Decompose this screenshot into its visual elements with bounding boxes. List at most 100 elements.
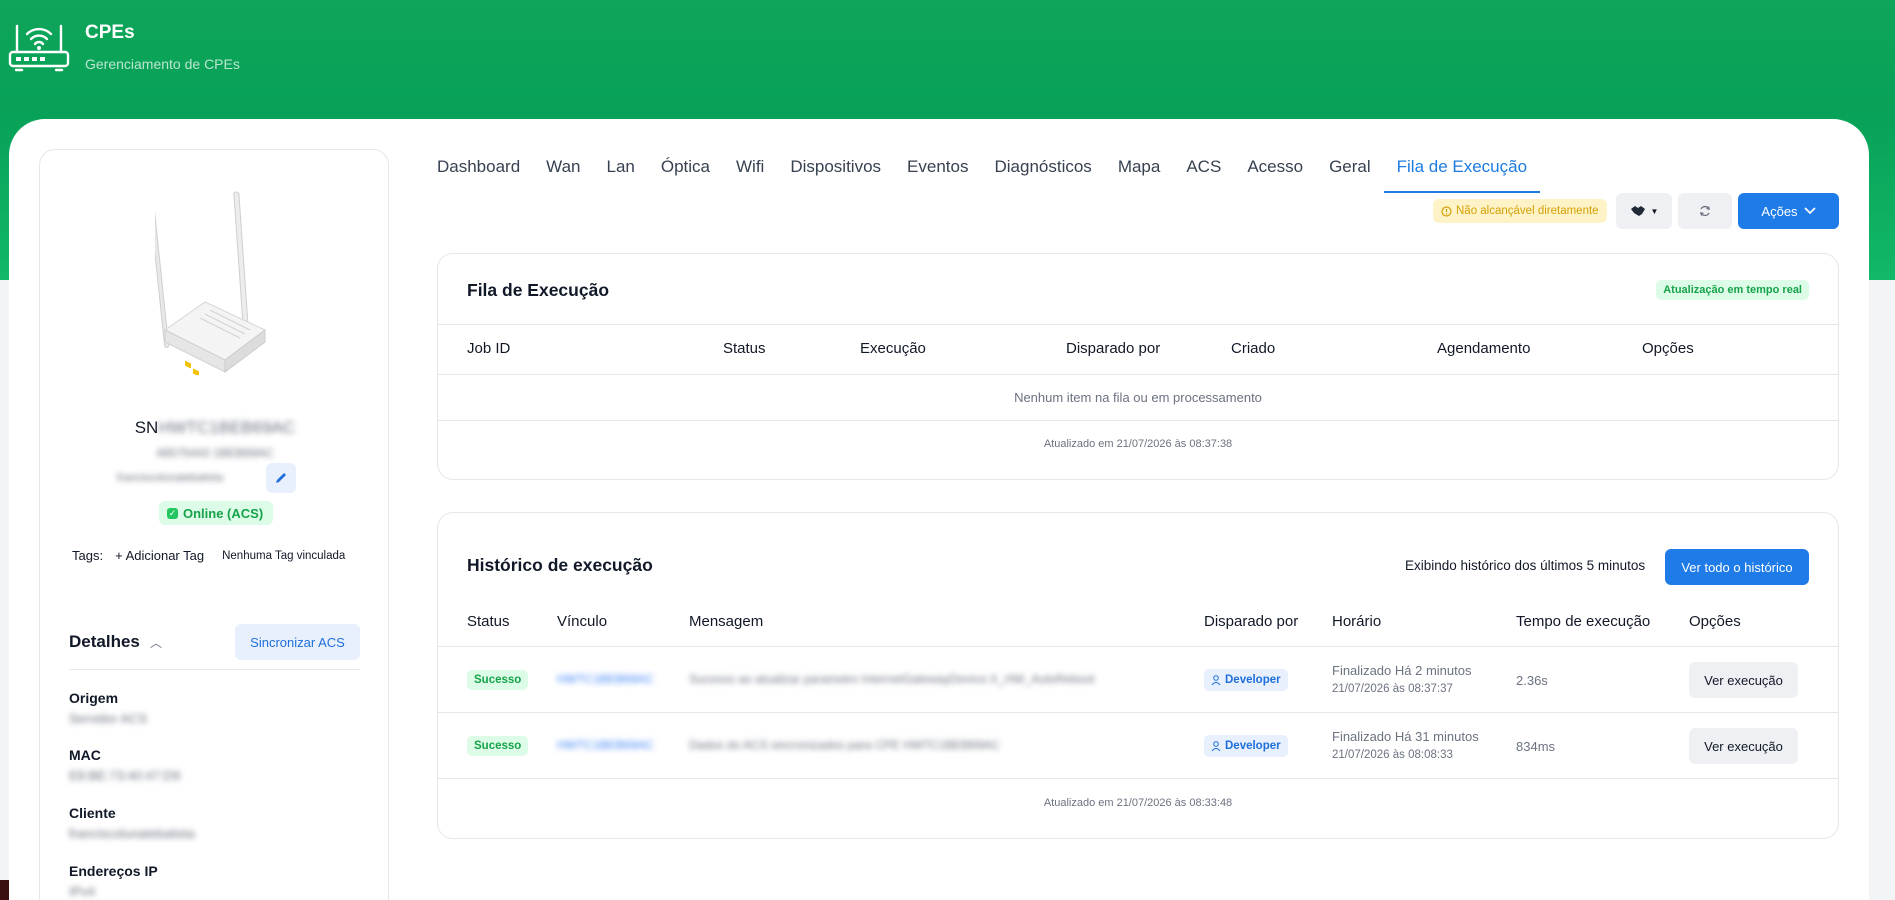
detail-label-origem: Origem — [69, 690, 119, 706]
queue-updated-at: Atualizado em 21/07/2026 às 08:37:38 — [1043, 438, 1233, 450]
divider — [438, 778, 1838, 779]
history-card: Histórico de execução Exibindo histórico… — [437, 512, 1839, 839]
triggered-by-badge: Developer — [1204, 735, 1288, 757]
tab-acs[interactable]: ACS — [1173, 157, 1234, 193]
pencil-icon — [276, 473, 286, 483]
col-vinculo: Vínculo — [557, 613, 608, 630]
history-title: Histórico de execução — [467, 555, 653, 575]
finished-datetime: 21/07/2026 às 08:08:33 — [1332, 749, 1453, 761]
tab-wifi[interactable]: Wifi — [723, 157, 777, 193]
add-tag-button[interactable]: + Adicionar Tag — [111, 546, 208, 565]
page-title: CPEs — [85, 22, 135, 43]
window-edge — [0, 880, 9, 900]
finished-time: Finalizado Há 2 minutos — [1332, 663, 1472, 678]
col-mensagem: Mensagem — [689, 613, 764, 630]
tab-acesso[interactable]: Acesso — [1234, 157, 1316, 193]
actions-button[interactable]: Ações — [1738, 193, 1839, 229]
no-tag-text: Nenhuma Tag vinculada — [222, 549, 346, 562]
tab-dashboard[interactable]: Dashboard — [437, 157, 533, 193]
divider — [438, 374, 1838, 375]
col-opcoes: Opções — [1689, 613, 1741, 630]
check-icon: ✓ — [167, 507, 178, 519]
history-updated-at: Atualizado em 21/07/2026 às 08:33:48 — [1043, 797, 1233, 809]
view-all-history-button[interactable]: Ver todo o histórico — [1665, 549, 1809, 585]
detail-label-ip: Endereços IP — [69, 863, 158, 879]
detail-label-cliente: Cliente — [69, 805, 116, 821]
page-subtitle: Gerenciamento de CPEs — [85, 56, 240, 72]
device-username: franciscolunatebatista — [116, 472, 224, 484]
divider — [438, 646, 1838, 647]
queue-title: Fila de Execução — [467, 280, 610, 300]
router-icon — [8, 24, 70, 72]
finished-time: Finalizado Há 31 minutos — [1332, 729, 1479, 744]
tab-diagnosticos[interactable]: Diagnósticos — [981, 157, 1104, 193]
device-serial: SNHWTC1BEB69AC — [40, 418, 390, 438]
tab-wan[interactable]: Wan — [533, 157, 593, 193]
message-cell: Dados do ACS sincronizados para CPE HWTC… — [689, 738, 1000, 752]
chevron-up-icon[interactable]: ︿ — [150, 634, 162, 651]
refresh-button[interactable] — [1678, 193, 1732, 229]
user-icon — [1211, 740, 1221, 751]
warning-icon — [1441, 205, 1452, 217]
divider — [438, 420, 1838, 421]
edit-button[interactable] — [266, 463, 296, 493]
col-job-id: Job ID — [467, 340, 511, 357]
detail-value-mac: E8:BE:73:40:47:D9 — [69, 768, 181, 783]
execution-duration: 2.36s — [1516, 673, 1548, 688]
col-status: Status — [723, 340, 766, 357]
device-image — [155, 191, 266, 375]
details-title: Detalhes — [69, 632, 140, 651]
col-horario: Horário — [1332, 613, 1382, 630]
tab-optica[interactable]: Óptica — [648, 157, 723, 193]
queue-card: Fila de Execução Atualização em tempo re… — [437, 253, 1839, 480]
chevron-down-icon — [1803, 207, 1816, 215]
tags-row: Tags: + Adicionar Tag Nenhuma Tag vincul… — [72, 546, 345, 565]
message-cell: Sucesso ao atualizar parametro InternetG… — [689, 672, 1095, 686]
col-tempo-execucao: Tempo de execução — [1516, 613, 1651, 630]
detail-label-mac: MAC — [69, 747, 101, 763]
link-cell[interactable]: HWTC1BEB69AC — [557, 738, 654, 752]
col-criado: Criado — [1231, 340, 1276, 357]
queue-empty-message: Nenhum item na fila ou em processamento — [1014, 390, 1262, 405]
history-range-info: Exibindo histórico dos últimos 5 minutos — [1405, 558, 1646, 573]
handshake-dropdown-button[interactable]: ▼ — [1616, 193, 1672, 229]
user-icon — [1211, 674, 1221, 685]
serial-value: HWTC1BEB69AC — [158, 418, 296, 437]
divider — [438, 712, 1838, 713]
realtime-badge: Atualização em tempo real — [1656, 280, 1809, 300]
tab-dispositivos[interactable]: Dispositivos — [777, 157, 894, 193]
col-execucao: Execução — [860, 340, 926, 357]
view-execution-button[interactable]: Ver execução — [1689, 662, 1798, 698]
serial-prefix: SN — [134, 418, 159, 437]
divider — [438, 324, 1838, 325]
tab-geral[interactable]: Geral — [1316, 157, 1384, 193]
col-disparado-por: Disparado por — [1204, 613, 1299, 630]
execution-duration: 834ms — [1516, 739, 1556, 754]
col-opcoes: Opções — [1642, 340, 1694, 357]
detail-value-origem: Servidor ACS — [69, 711, 148, 726]
col-status: Status — [467, 613, 510, 630]
status-badge: ✓ Online (ACS) — [159, 501, 274, 525]
col-disparado-por: Disparado por — [1066, 340, 1161, 357]
divider — [69, 669, 360, 670]
link-cell[interactable]: HWTC1BEB69AC — [557, 672, 654, 686]
tab-bar: Dashboard Wan Lan Óptica Wifi Dispositiv… — [437, 157, 1541, 193]
finished-datetime: 21/07/2026 às 08:37:37 — [1332, 683, 1453, 695]
view-execution-button[interactable]: Ver execução — [1689, 728, 1798, 764]
triggered-by-badge: Developer — [1204, 669, 1288, 691]
detail-value-cliente: franciscolunatebatista — [69, 826, 195, 841]
refresh-icon — [1700, 205, 1710, 217]
tags-label: Tags: — [72, 548, 104, 563]
status-badge: Sucesso — [467, 736, 529, 756]
tab-fila-execucao[interactable]: Fila de Execução — [1383, 157, 1541, 193]
caret-down-icon: ▼ — [1650, 206, 1659, 216]
tab-eventos[interactable]: Eventos — [894, 157, 981, 193]
sync-acs-button[interactable]: Sincronizar ACS — [235, 624, 360, 660]
handshake-icon — [1630, 206, 1645, 216]
tab-mapa[interactable]: Mapa — [1105, 157, 1174, 193]
device-sidebar: SNHWTC1BEB69AC 48575443 1BEB69AC francis… — [39, 149, 389, 900]
detail-value-ip: IPv4 — [69, 884, 96, 899]
col-agendamento: Agendamento — [1437, 340, 1531, 357]
status-badge: Sucesso — [467, 670, 529, 690]
tab-lan[interactable]: Lan — [594, 157, 648, 193]
